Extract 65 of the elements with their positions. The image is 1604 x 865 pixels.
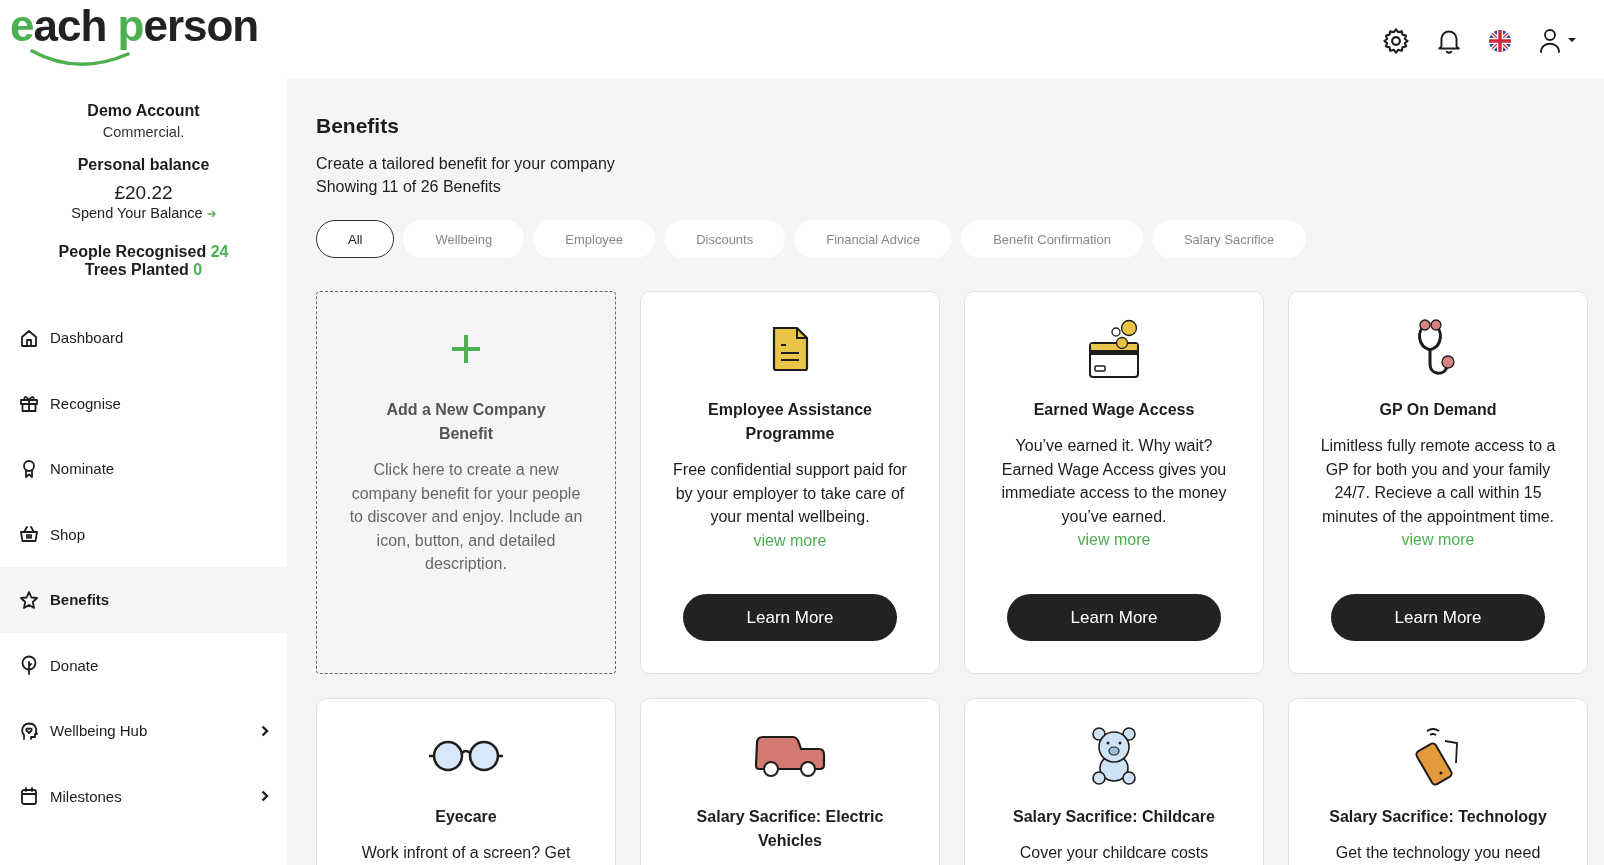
benefit-card[interactable]: Eyecare Work infront of a screen? Get <box>316 698 616 865</box>
benefit-description: Limitless fully remote access to a GP for both you and your family 24/7. Recieve a call within 15 minutes of the appointment time. <box>1319 436 1557 527</box>
benefit-title: Employee Assistance Programme <box>707 400 873 444</box>
benefit-description: Click here to create a new company benefit for your people to discover and enjoy. Include an icon, button, and detailed description. <box>348 460 584 574</box>
filter-tab[interactable]: Employee <box>533 220 656 258</box>
document-icon <box>770 326 810 372</box>
benefit-description: Free confidential support paid for by your employer to take care of your mental wellbeing. <box>672 460 908 527</box>
stat-label: Trees Planted <box>84 261 189 278</box>
benefit-title: Eyecare <box>435 807 497 827</box>
sidebar-item[interactable]: Dashboard <box>0 305 287 371</box>
benefit-card[interactable]: Salary Sacrifice: Technology Get the technology you need <box>1288 698 1588 865</box>
benefit-title: Salary Sacrifice: Technology <box>1329 807 1547 827</box>
page-title: Benefits <box>316 114 400 138</box>
benefit-description: Cover your childcare costs <box>1019 843 1209 863</box>
benefit-description: Work infront of a screen? Get <box>361 843 571 863</box>
car-icon <box>753 733 827 779</box>
page-subtitle: Create a tailored benefit for your company <box>316 154 616 174</box>
sidebar-item[interactable]: Wellbeing Hub <box>0 698 287 764</box>
stat-value: 24 <box>210 243 229 260</box>
benefit-title: Salary Sacrifice: Electric Vehicles <box>695 807 885 851</box>
benefits-count: Showing 11 of 26 Benefits <box>316 177 502 197</box>
learn-more-button[interactable]: Learn More <box>1007 594 1221 641</box>
filter-tab[interactable]: Salary Sacrifice <box>1151 220 1307 258</box>
plus-icon <box>449 332 483 366</box>
filter-tab[interactable]: Wellbeing <box>403 220 525 258</box>
benefit-card[interactable]: Employee Assistance Programme Free confidential support paid for by your employer to take care of your mental wellbeing. view more Learn More <box>640 291 940 674</box>
balance-label: Personal balance <box>76 156 211 174</box>
filter-tab[interactable]: Financial Advice <box>794 220 953 258</box>
sidebar-item[interactable]: Nominate <box>0 436 287 502</box>
uk-flag-icon[interactable] <box>1488 29 1512 53</box>
benefit-title: Salary Sacrifice: Childcare <box>1013 807 1215 827</box>
learn-more-button[interactable]: Learn More <box>683 594 897 641</box>
benefit-card[interactable]: Earned Wage Access You’ve earned it. Why wait? Earned Wage Access gives you immediate access to the money you’ve earned. view more Learn More <box>964 291 1264 674</box>
add-benefit-card[interactable]: Add a New Company Benefit Click here to create a new company benefit for your people to discover and enjoy. Include an icon, button, and detailed description. <box>316 291 616 674</box>
arrow-right-icon <box>206 210 216 218</box>
spend-balance-link[interactable]: Spend Your Balance <box>71 205 216 221</box>
benefit-description: You’ve earned it. Why wait? Earned Wage Access gives you immediate access to the money you’ve earned. <box>1000 436 1228 527</box>
benefit-description: Get the technology you need <box>1335 843 1541 863</box>
stat-value: 0 <box>193 261 203 278</box>
sidebar-item[interactable]: Shop <box>0 501 287 567</box>
benefit-title: GP On Demand <box>1379 400 1497 420</box>
benefit-title: Add a New Company Benefit <box>385 400 547 444</box>
benefit-card[interactable]: Salary Sacrifice: Electric Vehicles <box>640 698 940 865</box>
filter-tab[interactable]: Benefit Confirmation <box>961 220 1143 258</box>
logo[interactable]: each person <box>10 4 259 68</box>
sidebar-item[interactable]: Donate <box>0 632 287 698</box>
sidebar-item[interactable]: Benefits <box>0 567 287 633</box>
calendar-icon <box>18 785 40 808</box>
stat-label: People Recognised <box>58 243 207 260</box>
glasses-icon <box>428 739 504 773</box>
account-type: Commercial. <box>101 124 186 140</box>
card-coins-icon <box>1087 319 1141 379</box>
sidebar-item[interactable]: Recognise <box>0 370 287 436</box>
teddy-bear-icon <box>1089 726 1139 786</box>
learn-more-button[interactable]: Learn More <box>1331 594 1545 641</box>
sidebar-item[interactable]: Milestones <box>0 763 287 829</box>
benefit-card[interactable]: GP On Demand Limitless fully remote access to a GP for both you and your family 24/7. Recieve a call within 15 minutes of the appointment time. view more Learn More <box>1288 291 1588 674</box>
settings-icon[interactable] <box>1382 27 1410 55</box>
filter-tab[interactable]: All <box>316 220 395 258</box>
account-name: Demo Account <box>86 102 201 120</box>
benefit-card[interactable]: Salary Sacrifice: Childcare Cover your childcare costs <box>964 698 1264 865</box>
balance-amount: £20.22 <box>114 182 173 204</box>
benefit-title: Earned Wage Access <box>1033 400 1195 420</box>
filter-tab[interactable]: Discounts <box>664 220 786 258</box>
star-icon <box>18 588 40 611</box>
